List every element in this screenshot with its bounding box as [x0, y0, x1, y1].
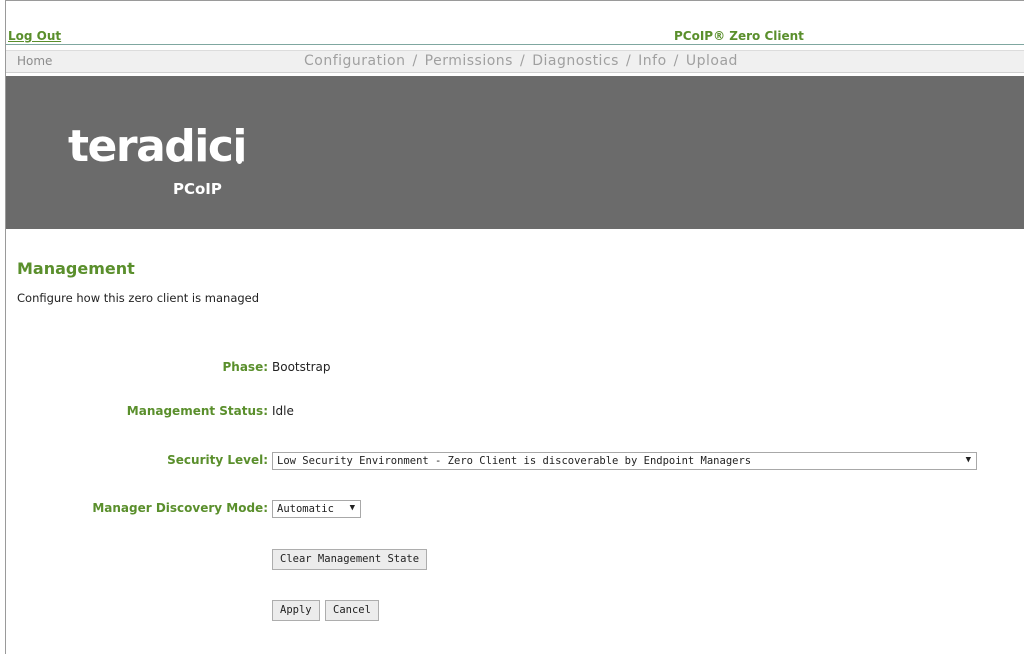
phase-value: Bootstrap	[272, 360, 331, 374]
management-status-label: Management Status:	[126, 404, 268, 418]
nav-menu: Configuration / Permissions / Diagnostics / In…	[304, 53, 738, 69]
security-level-label: Security Level:	[167, 453, 268, 467]
header-banner: teradici PCoIP	[6, 76, 1024, 229]
security-level-select[interactable]: Low Security Environment - Zero Client i…	[272, 452, 977, 470]
cancel-button[interactable]: Cancel	[325, 600, 379, 621]
phase-label: Phase:	[222, 360, 268, 374]
logout-link[interactable]: Log Out	[8, 29, 61, 43]
page-description: Configure how this zero client is manage…	[17, 291, 260, 305]
clear-management-state-button[interactable]: Clear Management State	[272, 549, 428, 570]
teradici-logo: teradici	[68, 121, 248, 172]
nav-separator: /	[673, 53, 679, 69]
top-bar: Log Out PCoIP® Zero Client	[6, 26, 1024, 44]
nav-bar: Home Configuration / Permissions / Diagnosti…	[6, 50, 1024, 73]
device-title: PCoIP® Zero Client	[674, 29, 804, 43]
chevron-down-icon: ▼	[349, 503, 355, 513]
page-title: Management	[17, 259, 135, 278]
discovery-mode-selected: Automatic	[277, 503, 334, 515]
apply-button[interactable]: Apply	[272, 600, 320, 621]
discovery-mode-label: Manager Discovery Mode:	[92, 501, 268, 515]
window-border-top	[5, 0, 1024, 1]
nav-home-link[interactable]: Home	[17, 54, 52, 68]
discovery-mode-select[interactable]: Automatic ▼	[272, 500, 361, 518]
nav-upload[interactable]: Upload	[686, 53, 738, 69]
security-level-selected: Low Security Environment - Zero Client i…	[277, 455, 752, 467]
nav-separator: /	[412, 53, 418, 69]
logo-dot	[237, 159, 242, 164]
pcoip-logo-subtitle: PCoIP	[173, 180, 222, 198]
nav-diagnostics[interactable]: Diagnostics	[532, 53, 619, 69]
nav-separator: /	[625, 53, 632, 69]
nav-info[interactable]: Info	[638, 53, 667, 69]
management-status-value: Idle	[272, 404, 294, 418]
nav-permissions[interactable]: Permissions	[425, 53, 513, 69]
chevron-down-icon: ▼	[965, 455, 971, 465]
nav-separator: /	[519, 53, 526, 69]
top-bar-divider	[6, 44, 1024, 45]
nav-configuration[interactable]: Configuration	[304, 53, 405, 69]
